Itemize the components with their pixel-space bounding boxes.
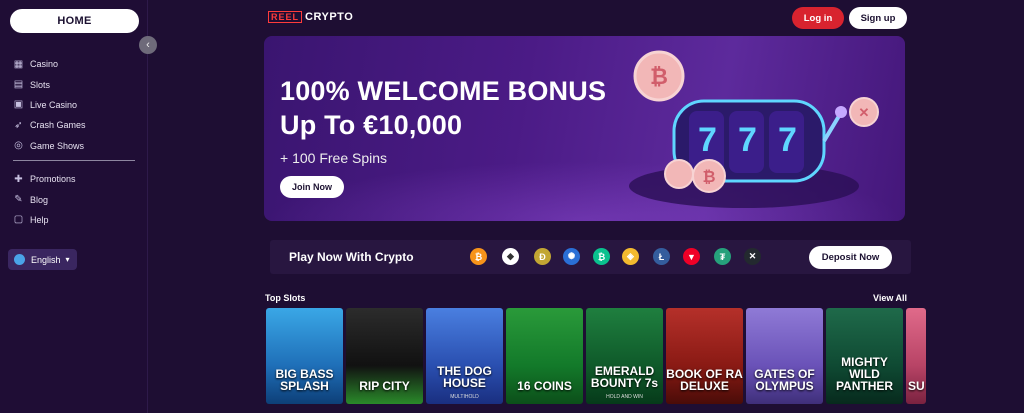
sidebar-item-crash-games[interactable]: ➶ Crash Games <box>13 115 138 135</box>
casino-icon: ▦ <box>13 58 24 70</box>
game-tile[interactable]: GATES OF OLYMPUS <box>746 308 823 404</box>
banner-subtitle: + 100 Free Spins <box>280 150 388 166</box>
crypto-bar-label: Play Now With Crypto <box>289 250 414 264</box>
game-subtitle: HOLD AND WIN <box>606 394 643 400</box>
reel-symbol: 7 <box>698 121 717 159</box>
home-button[interactable]: HOME <box>10 9 139 33</box>
tether-icon: ₮ <box>714 248 731 265</box>
reel-symbol: 7 <box>738 121 757 159</box>
litecoin-icon: Ł <box>653 248 670 265</box>
game-tile[interactable]: 16 COINS <box>506 308 583 404</box>
sidebar-item-game-shows[interactable]: ◎ Game Shows <box>13 136 138 156</box>
bitcoin-icon: ₿ <box>470 248 487 265</box>
game-title: SU <box>908 379 925 393</box>
sidebar-item-label: Promotions <box>30 174 76 185</box>
bitcoin-cash-icon: ₿ <box>593 248 610 265</box>
game-title: THE DOG HOUSE <box>437 364 492 390</box>
game-subtitle: MULTIHOLD <box>450 394 479 400</box>
game-title: MIGHTY WILD PANTHER <box>835 355 894 393</box>
game-tile[interactable]: BIG BASS SPLASH <box>266 308 343 404</box>
live-casino-icon: ▣ <box>13 99 24 111</box>
game-title: GATES OF OLYMPUS <box>754 367 815 393</box>
site-logo[interactable]: REEL CRYPTO <box>268 11 353 23</box>
sidebar-item-blog[interactable]: ✎ Blog <box>13 189 138 209</box>
gift-icon: ✚ <box>14 173 23 185</box>
welcome-bonus-banner: ₿ ✕ ₿ 7 7 7 100% WELCOME BONUS Up To €10… <box>264 36 905 221</box>
logo-crypto: CRYPTO <box>305 11 354 23</box>
game-tile[interactable]: EMERALD BOUNTY 7s HOLD AND WIN <box>586 308 663 404</box>
sidebar-item-label: Game Shows <box>30 140 85 151</box>
language-label: English <box>31 254 61 265</box>
sidebar-item-casino[interactable]: ▦ Casino <box>13 54 138 74</box>
game-tile[interactable]: RIP CITY <box>346 308 423 404</box>
logo-reel: REEL <box>268 11 303 23</box>
svg-text:₿: ₿ <box>650 64 668 89</box>
secondary-nav: ✚ Promotions ✎ Blog ▢ Help <box>13 169 138 230</box>
sidebar: HOME ▦ Casino ▤ Slots ▣ Live Casino ➶ Cr… <box>0 0 148 413</box>
svg-text:✕: ✕ <box>859 105 870 120</box>
banner-title: 100% WELCOME BONUS Up To €10,000 <box>280 74 606 142</box>
banner-title-line1: 100% WELCOME BONUS <box>280 76 607 106</box>
signup-button[interactable]: Sign up <box>849 7 907 29</box>
globe-icon <box>14 254 25 265</box>
game-title: BIG BASS SPLASH <box>275 367 334 393</box>
ripple-icon: ✕ <box>744 248 761 265</box>
sidebar-item-label: Casino <box>30 59 59 70</box>
sidebar-divider <box>13 160 135 161</box>
game-tile[interactable]: THE DOG HOUSE MULTIHOLD <box>426 308 503 404</box>
chevron-left-icon: ‹ <box>146 39 150 51</box>
slots-icon: ▤ <box>13 79 24 91</box>
sidebar-item-help[interactable]: ▢ Help <box>13 210 138 230</box>
game-title: RIP CITY <box>359 379 410 393</box>
sidebar-item-label: Blog <box>30 194 49 205</box>
deposit-now-button[interactable]: Deposit Now <box>809 246 892 269</box>
rocket-icon: ➶ <box>14 119 23 131</box>
chevron-down-icon: ▾ <box>65 255 70 264</box>
svg-text:₿: ₿ <box>702 168 715 186</box>
dogecoin-icon: Ð <box>534 248 551 265</box>
sidebar-item-label: Help <box>30 214 49 225</box>
header: REEL CRYPTO Log in Sign up <box>148 0 1024 36</box>
language-selector[interactable]: English ▾ <box>8 249 77 270</box>
sidebar-collapse-button[interactable]: ‹ <box>139 36 157 54</box>
game-title: 16 COINS <box>517 379 572 393</box>
main-nav: ▦ Casino ▤ Slots ▣ Live Casino ➶ Crash G… <box>13 54 138 156</box>
game-tile[interactable]: MIGHTY WILD PANTHER <box>826 308 903 404</box>
view-all-link[interactable]: View All <box>873 293 907 303</box>
help-icon: ▢ <box>13 214 24 226</box>
top-slots-title: Top Slots <box>265 293 306 303</box>
sidebar-item-label: Crash Games <box>30 120 86 131</box>
blog-icon: ✎ <box>14 194 23 206</box>
binance-icon: ◈ <box>622 248 639 265</box>
game-shows-icon: ◎ <box>14 140 23 152</box>
tron-icon: ▼ <box>683 248 700 265</box>
game-title: BOOK OF RA DELUXE <box>666 367 743 393</box>
sidebar-item-live-casino[interactable]: ▣ Live Casino <box>13 95 138 115</box>
banner-title-line2: Up To €10,000 <box>280 110 463 140</box>
join-now-button[interactable]: Join Now <box>280 176 344 198</box>
game-tile[interactable]: SU <box>906 308 926 404</box>
sidebar-item-slots[interactable]: ▤ Slots <box>13 74 138 94</box>
reel-symbol: 7 <box>778 121 797 159</box>
sidebar-item-promotions[interactable]: ✚ Promotions <box>13 169 138 189</box>
crypto-bar: Play Now With Crypto ₿ ◆ Ð ✺ ₿ ◈ Ł ▼ ₮ ✕… <box>270 240 911 274</box>
game-tile[interactable]: BOOK OF RA DELUXE <box>666 308 743 404</box>
ethereum-icon: ◆ <box>502 248 519 265</box>
login-button[interactable]: Log in <box>792 7 844 29</box>
sidebar-item-label: Slots <box>30 79 51 90</box>
cardano-icon: ✺ <box>563 248 580 265</box>
game-title: EMERALD BOUNTY 7s <box>590 364 659 390</box>
sidebar-item-label: Live Casino <box>30 99 78 110</box>
